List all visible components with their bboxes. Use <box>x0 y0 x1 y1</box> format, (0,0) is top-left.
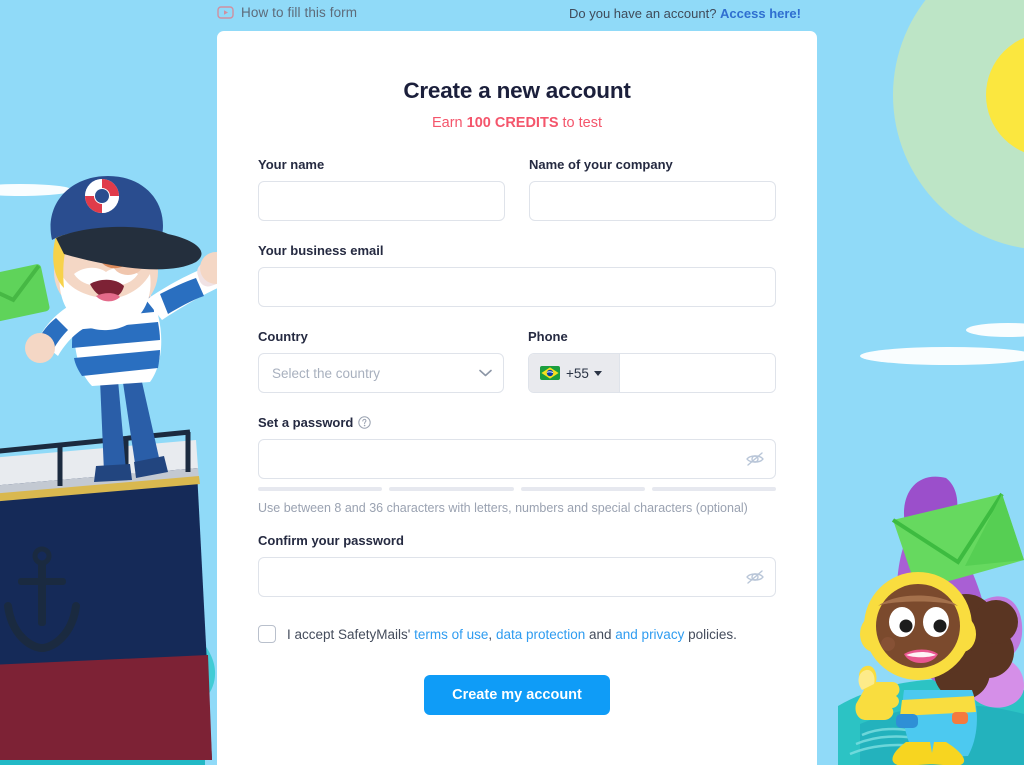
play-video-icon-svg <box>217 6 234 19</box>
phone-country-code-selector[interactable]: +55 <box>529 354 620 392</box>
top-bar: How to fill this form Do you have an acc… <box>0 0 1024 31</box>
data-protection-link[interactable]: data protection <box>496 627 585 642</box>
field-your-name: Your name <box>258 157 505 221</box>
field-password: Set a password Use between 8 and 36 char… <box>258 415 776 515</box>
toggle-confirm-password-visibility-button[interactable] <box>745 568 765 586</box>
password-strength-segment <box>520 487 645 491</box>
how-to-fill-form-link[interactable]: How to fill this form <box>217 5 357 20</box>
phone-number-input[interactable] <box>620 354 775 392</box>
phone-input-group: +55 <box>528 353 776 393</box>
password-strength-segment <box>651 487 776 491</box>
your-name-input[interactable] <box>258 181 505 221</box>
field-country: Country <box>258 329 504 393</box>
access-here-link[interactable]: Access here! <box>720 6 801 21</box>
credits-subtitle: Earn 100 CREDITS to test <box>258 115 776 131</box>
label-password: Set a password <box>258 415 776 430</box>
field-phone: Phone +55 <box>528 329 776 393</box>
country-phone-row: Country Phone <box>258 329 776 393</box>
label-business-email: Your business email <box>258 243 384 258</box>
credits-subtitle-suffix: to test <box>558 115 603 131</box>
confirm-password-input-wrapper <box>258 557 776 597</box>
label-phone: Phone <box>528 329 568 344</box>
page-title: Create a new account <box>403 78 631 103</box>
password-input-wrapper <box>258 439 776 479</box>
phone-country-code: +55 <box>566 365 589 381</box>
submit-row: Create my account <box>258 675 776 715</box>
toggle-password-visibility-button[interactable] <box>745 450 765 468</box>
eye-off-icon <box>746 452 764 466</box>
play-video-icon <box>217 6 234 19</box>
country-select[interactable] <box>258 353 504 393</box>
terms-separator-1: , <box>488 626 496 642</box>
privacy-policy-link[interactable]: and privacy <box>615 627 684 642</box>
signup-form: Your name Name of your company Your busi… <box>258 157 776 715</box>
existing-account-question: Do you have an account? <box>568 6 717 21</box>
credits-subtitle-prefix: Earn <box>431 115 467 131</box>
caret-down-icon <box>593 370 602 376</box>
label-confirm-password: Confirm your password <box>258 533 404 548</box>
signup-card: Create a new account Earn 100 CREDITS to… <box>217 31 817 765</box>
password-strength-segment <box>389 487 514 491</box>
brazil-flag-icon <box>540 366 560 380</box>
terms-acceptance-row: I accept SafetyMails' terms of use, data… <box>258 625 776 643</box>
how-to-fill-form-label: How to fill this form <box>241 5 358 20</box>
label-country: Country <box>258 329 308 344</box>
country-select-wrapper <box>258 353 504 393</box>
password-input[interactable] <box>258 439 776 479</box>
confirm-password-input[interactable] <box>258 557 776 597</box>
terms-of-use-link[interactable]: terms of use <box>414 627 488 642</box>
terms-prefix: I accept SafetyMails' <box>287 626 415 642</box>
signup-page: How to fill this form Do you have an acc… <box>0 0 1024 765</box>
credits-subtitle-amount: 100 CREDITS <box>466 115 559 131</box>
field-company-name: Name of your company <box>529 157 776 221</box>
company-name-input[interactable] <box>529 181 776 221</box>
field-business-email: Your business email <box>258 243 776 307</box>
accept-terms-checkbox[interactable] <box>258 625 276 643</box>
name-company-row: Your name Name of your company <box>258 157 776 221</box>
terms-suffix: policies. <box>684 626 737 642</box>
business-email-input[interactable] <box>258 267 776 307</box>
password-strength-segment <box>258 487 383 491</box>
label-password-text: Set a password <box>258 415 354 430</box>
field-confirm-password: Confirm your password <box>258 533 776 597</box>
terms-separator-2: and <box>585 626 616 642</box>
question-mark-icon[interactable] <box>358 416 372 429</box>
label-company-name: Name of your company <box>529 157 673 172</box>
life-ring-icon <box>85 179 119 213</box>
password-hint: Use between 8 and 36 characters with let… <box>258 501 748 515</box>
label-your-name: Your name <box>258 157 325 172</box>
create-account-button[interactable]: Create my account <box>424 675 610 715</box>
terms-text: I accept SafetyMails' terms of use, data… <box>287 627 737 642</box>
existing-account-prompt: Do you have an account? Access here! <box>569 6 801 21</box>
password-strength-meter <box>258 487 776 491</box>
eye-off-icon <box>746 570 764 584</box>
